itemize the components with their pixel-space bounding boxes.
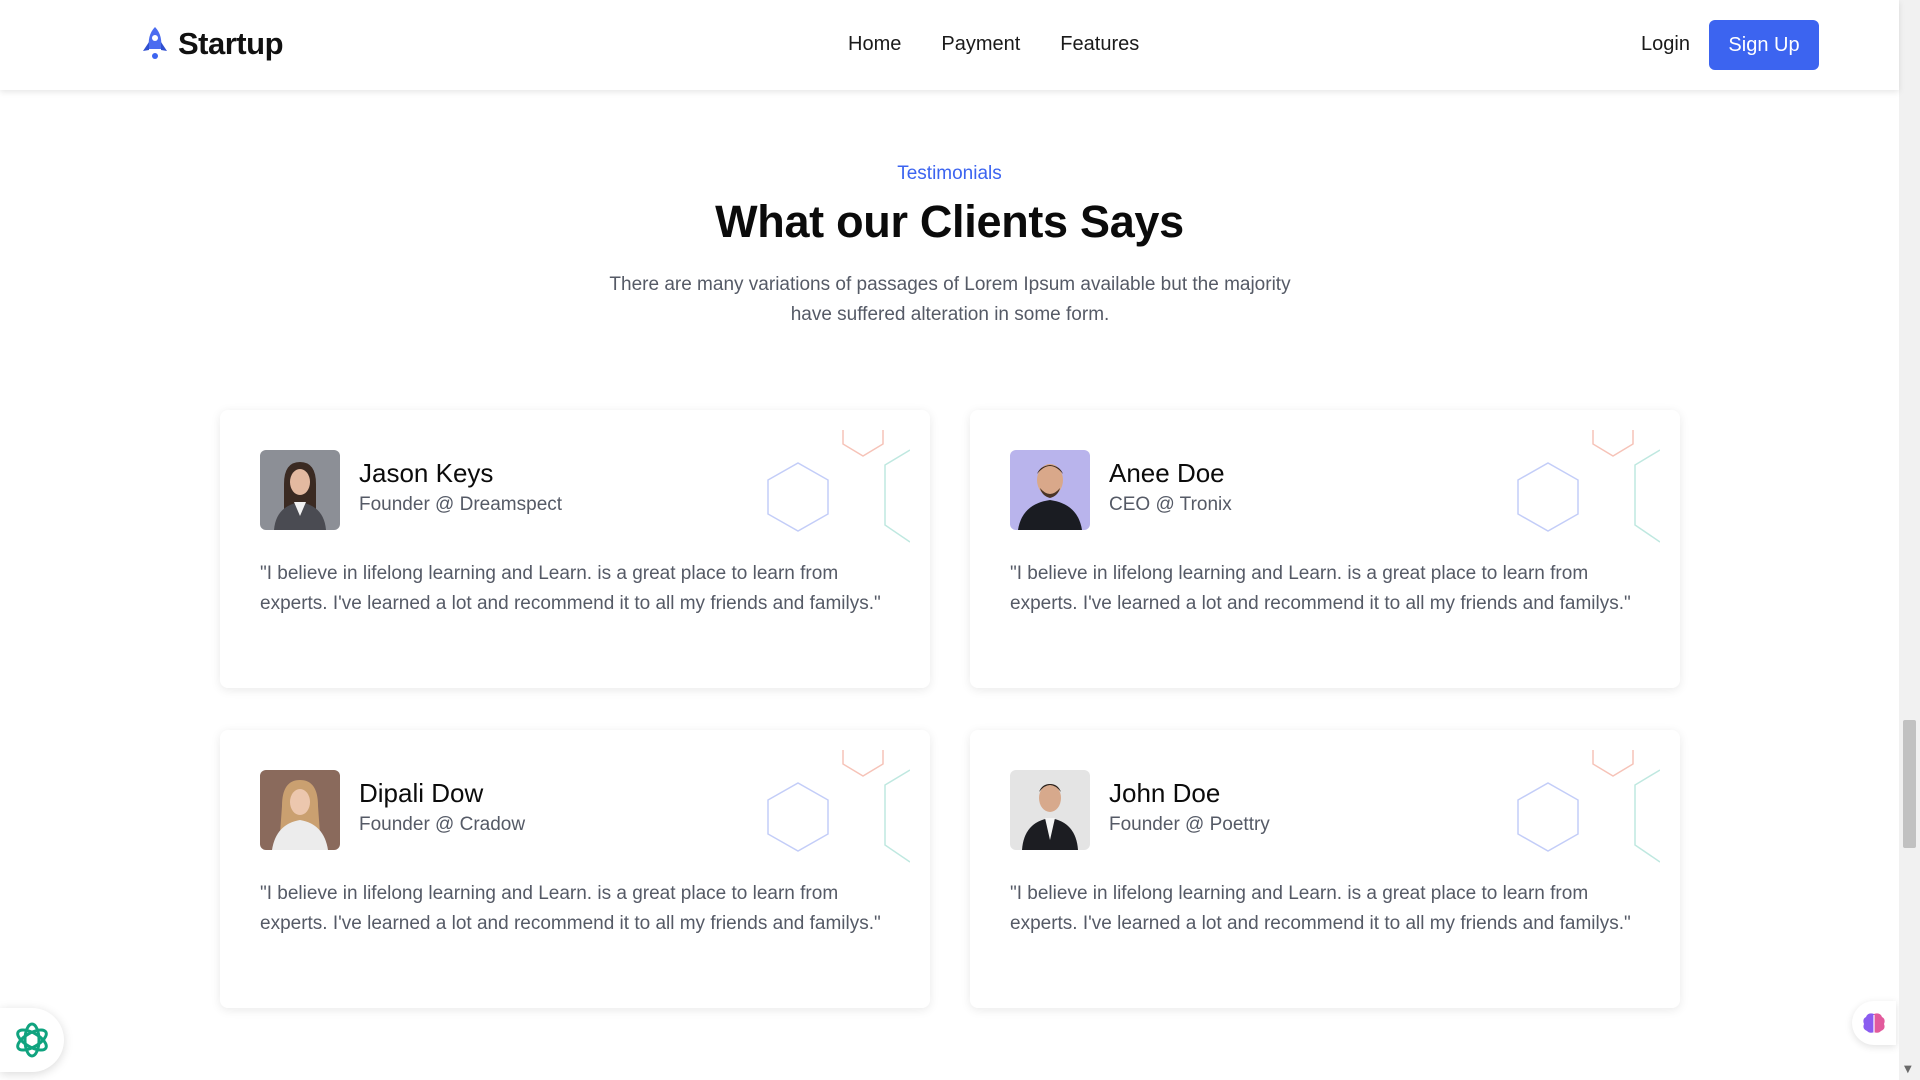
login-link[interactable]: Login <box>1641 33 1690 56</box>
hexagon-decoration <box>1517 430 1660 543</box>
avatar <box>1010 770 1090 850</box>
hexagon-decoration <box>1517 750 1660 863</box>
nav-payment[interactable]: Payment <box>941 33 1020 56</box>
testimonial-role: CEO @ Tronix <box>1109 494 1232 515</box>
avatar-image <box>1010 770 1090 850</box>
testimonial-quote: "I believe in lifelong learning and Lear… <box>1010 563 1631 614</box>
avatar-image <box>260 770 340 850</box>
page-scrollbar[interactable]: ▼ <box>1899 0 1920 1080</box>
nav-home[interactable]: Home <box>848 33 901 56</box>
testimonial-role: Founder @ Cradow <box>359 814 526 835</box>
testimonial-quote: "I believe in lifelong learning and Lear… <box>1010 883 1631 934</box>
avatar <box>260 770 340 850</box>
testimonial-quote: "I believe in lifelong learning and Lear… <box>260 563 881 614</box>
testimonial-quote: "I believe in lifelong learning and Lear… <box>260 883 881 934</box>
testimonial-card: John Doe Founder @ Poettry "I believe in… <box>970 730 1680 1008</box>
avatar <box>260 450 340 530</box>
scrollbar-thumb[interactable] <box>1903 720 1916 848</box>
ai-assistant-icon <box>16 1022 48 1058</box>
signup-button[interactable]: Sign Up <box>1709 20 1819 70</box>
brain-icon <box>1863 1013 1885 1033</box>
section-title: What our Clients Says <box>715 196 1184 247</box>
brand-name: Startup <box>178 26 284 61</box>
testimonial-name: Dipali Dow <box>359 778 484 808</box>
rocket-icon <box>143 27 167 59</box>
main-nav: Home Payment Features <box>848 33 1139 56</box>
testimonial-card: Anee Doe CEO @ Tronix "I believe in life… <box>970 410 1680 688</box>
testimonial-name: Jason Keys <box>359 458 494 488</box>
testimonial-name: John Doe <box>1109 778 1221 808</box>
site-header: Startup Home Payment Features Login Sign… <box>0 0 1899 90</box>
hexagon-decoration <box>767 750 910 863</box>
section-subtitle: There are many variations of passages of… <box>609 274 1291 325</box>
brain-widget-button[interactable] <box>1852 1001 1896 1045</box>
scroll-down-arrow-icon[interactable]: ▼ <box>1904 1064 1912 1075</box>
brand-logo[interactable]: Startup <box>140 26 284 62</box>
testimonial-role: Founder @ Dreamspect <box>359 494 563 515</box>
testimonial-card: Dipali Dow Founder @ Cradow "I believe i… <box>220 730 930 1008</box>
testimonial-name: Anee Doe <box>1109 458 1225 488</box>
hexagon-decoration <box>767 430 910 543</box>
avatar-image <box>260 450 340 530</box>
section-eyebrow: Testimonials <box>897 163 1002 184</box>
avatar <box>1010 450 1090 530</box>
nav-features[interactable]: Features <box>1060 33 1139 56</box>
avatar-image <box>1010 450 1090 530</box>
assistant-widget-button[interactable] <box>0 1008 64 1072</box>
page: Startup Home Payment Features Login Sign… <box>0 0 1920 1080</box>
testimonial-card: Jason Keys Founder @ Dreamspect "I belie… <box>220 410 930 688</box>
testimonial-role: Founder @ Poettry <box>1109 814 1270 835</box>
